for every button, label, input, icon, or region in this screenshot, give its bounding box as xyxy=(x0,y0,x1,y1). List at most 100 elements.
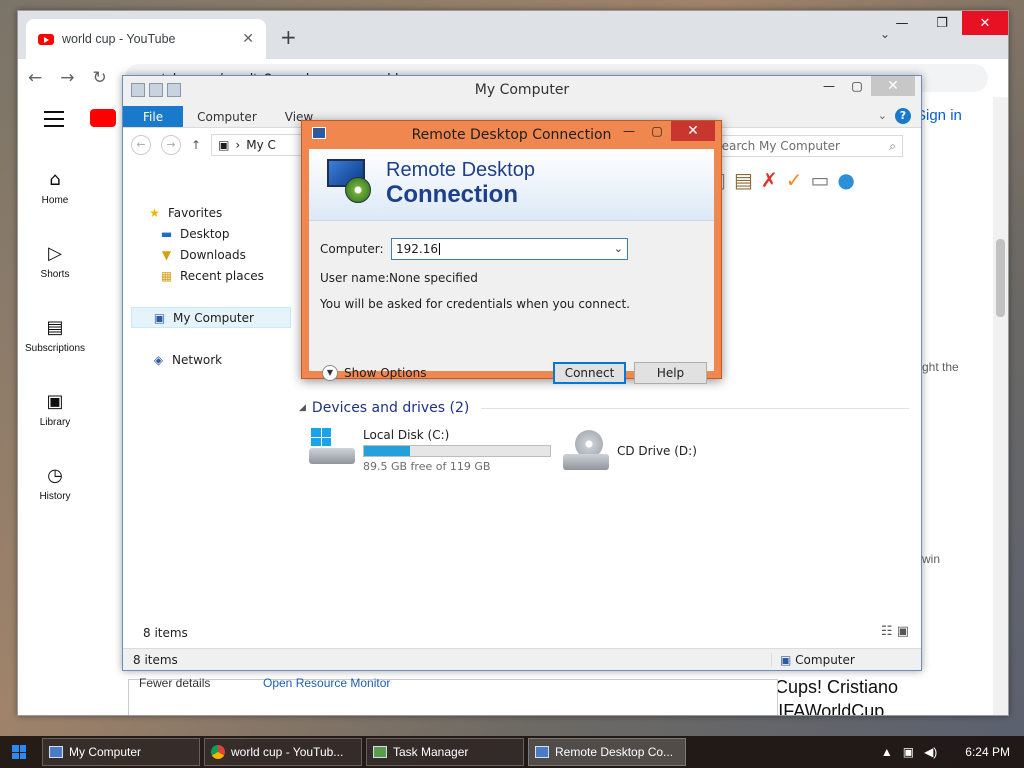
devices-section-header[interactable]: ◢ Devices and drives (2) xyxy=(299,400,909,416)
library-icon: ▣ xyxy=(46,391,64,412)
show-options-label: Show Options xyxy=(344,366,427,380)
hamburger-menu-icon[interactable] xyxy=(44,111,64,132)
banner-line2: Connection xyxy=(386,181,518,208)
open-resource-monitor-link[interactable]: Open Resource Monitor xyxy=(263,676,390,690)
taskbar-item-task-manager[interactable]: Task Manager xyxy=(366,738,524,766)
browser-tab[interactable]: world cup - YouTube ✕ xyxy=(26,19,266,59)
username-label: User name: xyxy=(320,271,390,285)
rdc-titlebar: Remote Desktop Connection — ▢ ✕ xyxy=(302,121,721,149)
nav-downloads[interactable]: ▼ Downloads xyxy=(131,244,291,265)
minimize-icon[interactable]: — xyxy=(815,76,843,96)
yt-nav-subscriptions[interactable]: ▤ Subscriptions xyxy=(18,317,92,354)
start-button[interactable] xyxy=(0,736,38,768)
nav-desktop[interactable]: ▬ Desktop xyxy=(131,223,291,244)
scrollbar-thumb[interactable] xyxy=(996,239,1005,317)
yt-nav-library[interactable]: ▣ Library xyxy=(18,391,92,428)
network-icon: ◈ xyxy=(153,352,164,367)
fewer-details-link[interactable]: Fewer details xyxy=(139,676,210,690)
new-tab-icon[interactable]: + xyxy=(280,25,297,49)
video-title[interactable]: d Cups! Cristiano xyxy=(760,677,898,698)
browser-tab-strip: world cup - YouTube ✕ + ⌄ — ❐ ✕ xyxy=(18,11,1008,59)
taskbar-item-chrome[interactable]: world cup - YouTub... xyxy=(204,738,362,766)
maximize-icon[interactable]: ▢ xyxy=(643,121,671,141)
computer-combobox[interactable]: 192.16 ⌄ xyxy=(391,238,628,260)
youtube-logo-icon[interactable] xyxy=(90,109,116,127)
yt-nav-history[interactable]: ◷ History xyxy=(18,465,92,502)
close-window-icon[interactable]: ✕ xyxy=(671,121,715,141)
back-icon[interactable]: ← xyxy=(28,68,42,88)
close-tab-icon[interactable]: ✕ xyxy=(242,31,254,47)
up-icon[interactable]: ↑ xyxy=(191,138,201,152)
network-icon[interactable]: ▣ xyxy=(903,745,914,759)
minimize-icon[interactable]: — xyxy=(882,11,922,35)
rdc-banner: Remote Desktop Connection xyxy=(309,149,714,221)
nav-item-label: Favorites xyxy=(168,205,223,220)
explorer-title: My Computer xyxy=(474,82,570,98)
taskbar: My Computer world cup - YouTub... Task M… xyxy=(0,736,1024,768)
minimize-icon[interactable]: — xyxy=(615,121,643,141)
nav-network[interactable]: ◈ Network xyxy=(131,349,291,370)
show-hidden-icons-icon[interactable]: ▲ xyxy=(881,745,893,759)
nav-favorites[interactable]: ★ Favorites xyxy=(131,202,291,223)
maximize-icon[interactable]: ▢ xyxy=(843,76,871,96)
status-item-count: 8 items xyxy=(133,652,178,667)
checkmark-icon[interactable]: ✓ xyxy=(786,168,803,192)
sign-in-link[interactable]: Sign in xyxy=(916,107,962,124)
search-icon: ⌕ xyxy=(889,138,896,153)
globe-icon[interactable]: ● xyxy=(837,168,854,192)
close-window-icon[interactable]: ✕ xyxy=(871,76,915,96)
nav-item-label: Downloads xyxy=(180,247,246,262)
drive-name: CD Drive (D:) xyxy=(617,444,697,458)
browser-tab-title: world cup - YouTube xyxy=(62,32,176,46)
shorts-icon: ▷ xyxy=(48,243,62,264)
drive-cd[interactable]: CD Drive (D:) xyxy=(563,430,697,470)
clock[interactable]: 6:24 PM xyxy=(965,745,1010,759)
reload-icon[interactable]: ↻ xyxy=(93,68,107,88)
forward-icon[interactable]: → xyxy=(161,135,181,155)
maximize-icon[interactable]: ❐ xyxy=(922,11,962,35)
help-icon[interactable]: ? xyxy=(895,108,911,124)
computer-icon xyxy=(49,746,63,758)
back-icon[interactable]: ← xyxy=(131,135,151,155)
hard-drive-icon xyxy=(309,428,355,464)
browser-scrollbar[interactable] xyxy=(993,97,1008,715)
show-options-toggle[interactable]: ▼ Show Options xyxy=(322,365,427,381)
forward-icon[interactable]: → xyxy=(60,68,74,88)
status-location: ▣ Computer xyxy=(771,652,921,667)
large-icons-view-icon[interactable]: ▣ xyxy=(897,624,909,639)
details-view-icon[interactable]: ☷ xyxy=(881,624,893,639)
computer-icon: ▣ xyxy=(780,652,792,667)
tab-computer[interactable]: Computer xyxy=(183,106,271,127)
volume-icon[interactable]: ◀) xyxy=(924,745,937,759)
rdc-window-controls: — ▢ ✕ xyxy=(615,121,715,141)
chevron-down-icon[interactable]: ⌄ xyxy=(614,242,623,255)
tab-file[interactable]: File xyxy=(123,106,184,127)
drive-name: Local Disk (C:) xyxy=(363,428,450,442)
nav-item-label: Network xyxy=(172,352,223,367)
clipboard-icon[interactable]: ▤ xyxy=(734,168,753,192)
task-manager-footer: Fewer details Open Resource Monitor xyxy=(128,676,778,715)
yt-nav-shorts[interactable]: ▷ Shorts xyxy=(18,243,92,280)
chevron-down-icon[interactable]: ⌄ xyxy=(878,109,887,122)
nav-item-label: My Computer xyxy=(173,310,254,325)
connect-button[interactable]: Connect xyxy=(553,362,626,384)
drive-local-disk[interactable]: Local Disk (C:) 89.5 GB free of 119 GB xyxy=(309,428,551,473)
explorer-search-input[interactable]: Search My Computer ⌕ xyxy=(707,135,903,157)
taskbar-item-my-computer[interactable]: My Computer xyxy=(42,738,200,766)
taskbar-item-remote-desktop[interactable]: Remote Desktop Co... xyxy=(528,738,686,766)
yt-nav-label: Home xyxy=(41,195,69,206)
computer-input-value: 192.16 xyxy=(396,242,438,256)
desktop-icon: ▬ xyxy=(160,226,173,241)
navigation-pane: ★ Favorites ▬ Desktop ▼ Downloads ▦ Rece… xyxy=(131,202,291,370)
drive-icon[interactable]: ▭ xyxy=(810,168,829,192)
chevron-right-icon: › xyxy=(235,138,241,152)
video-description-snippet: win xyxy=(922,552,941,566)
nav-recent-places[interactable]: ▦ Recent places xyxy=(131,265,291,286)
yt-nav-home[interactable]: ⌂ Home xyxy=(18,169,92,206)
nav-my-computer[interactable]: ▣ My Computer xyxy=(131,307,291,328)
help-button[interactable]: Help xyxy=(634,362,707,384)
expand-chevron-icon: ▼ xyxy=(322,365,338,381)
delete-icon[interactable]: ✗ xyxy=(761,168,778,192)
taskbar-item-label: Task Manager xyxy=(393,745,469,759)
close-window-icon[interactable]: ✕ xyxy=(962,11,1008,35)
